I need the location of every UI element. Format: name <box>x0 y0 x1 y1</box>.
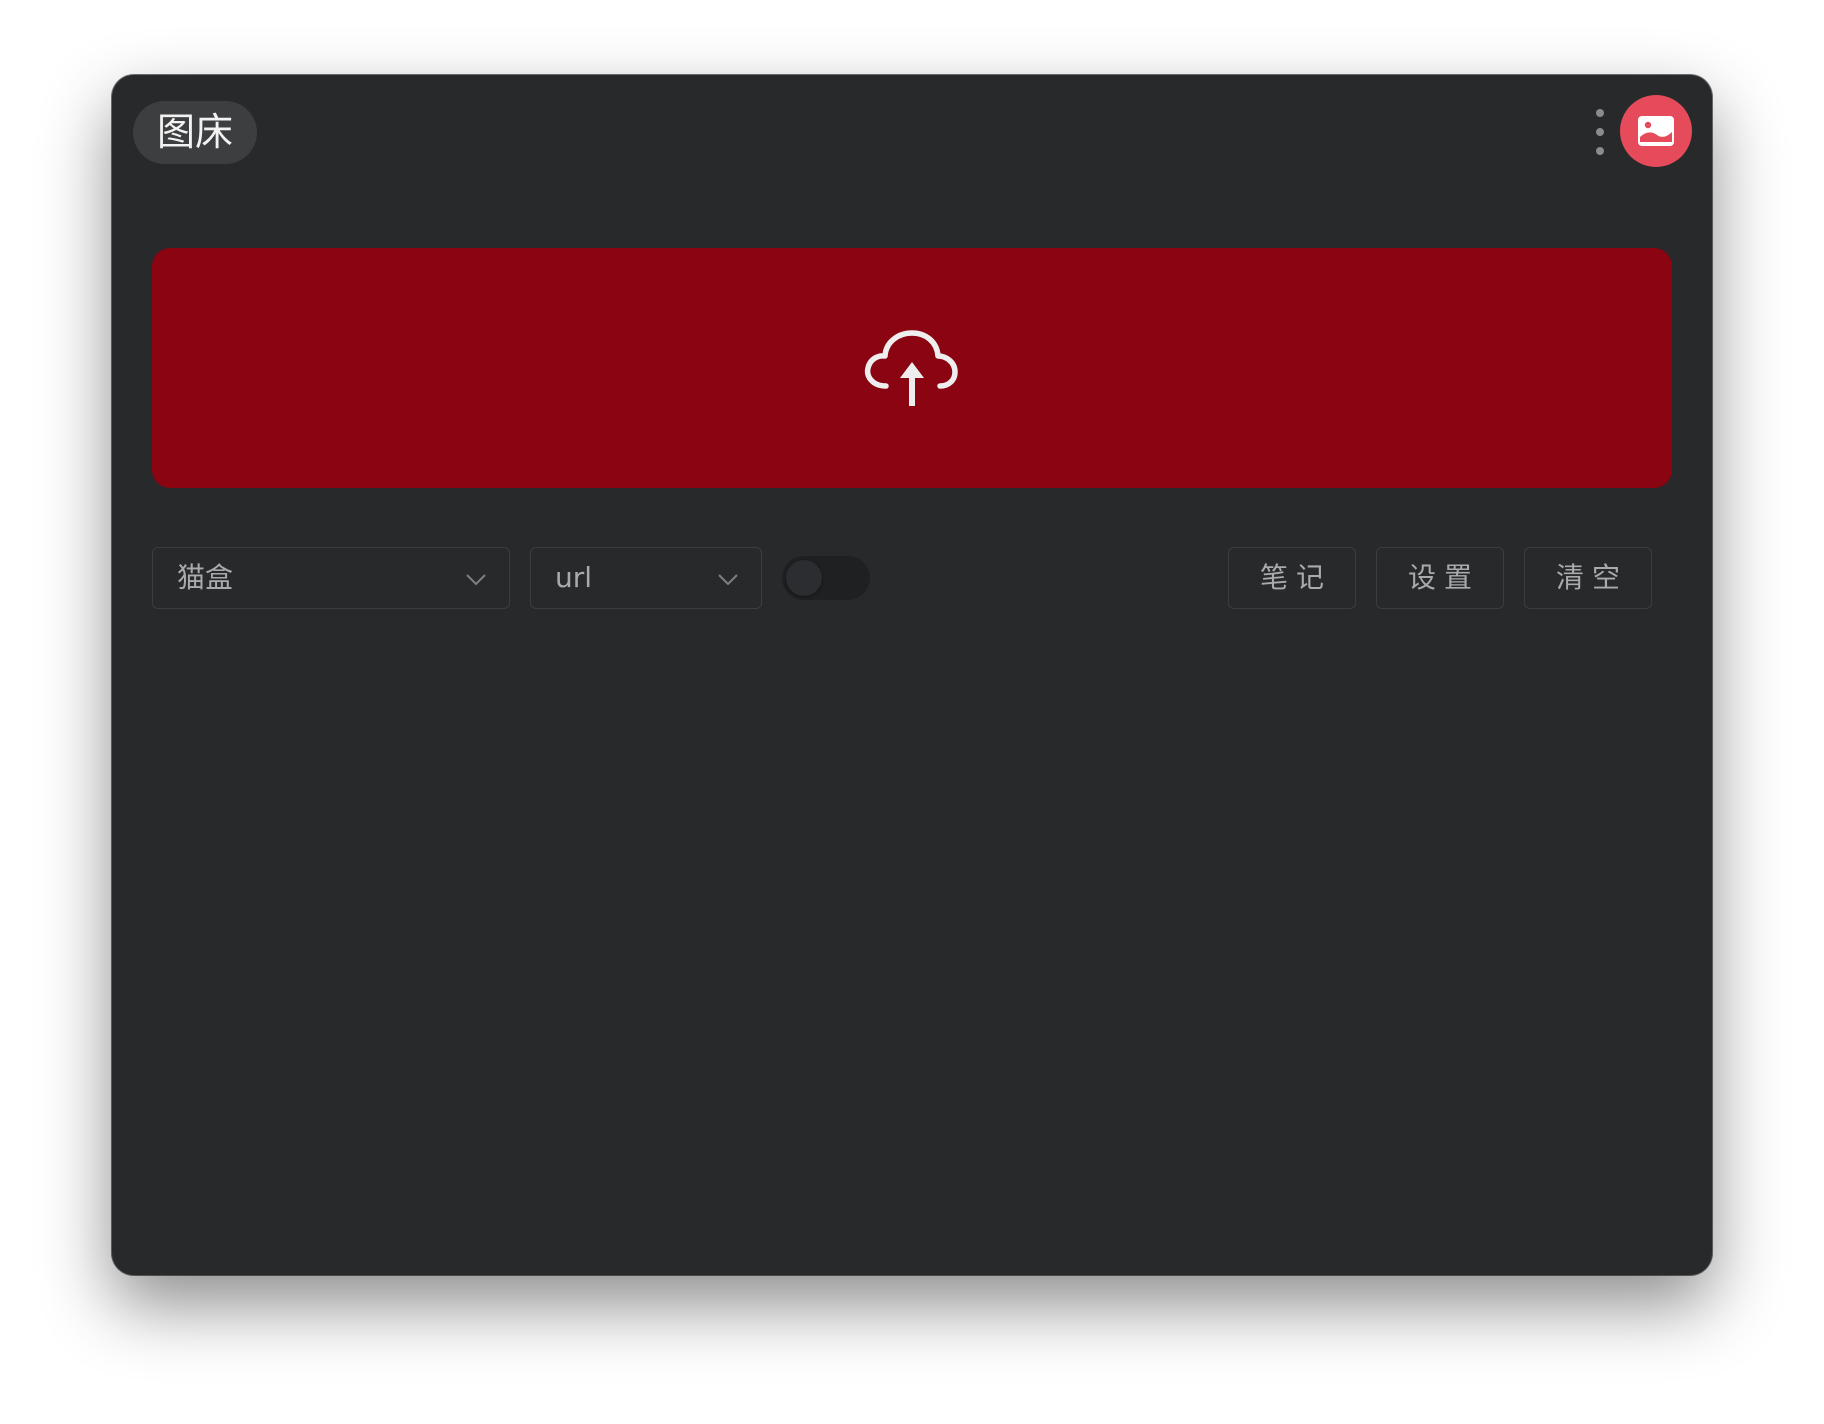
app-title: 图床 <box>133 101 258 164</box>
menu-dot <box>1596 128 1604 136</box>
format-select-value: url <box>555 561 593 594</box>
host-select[interactable]: 猫盒 <box>152 547 510 609</box>
chevron-down-icon <box>718 574 738 586</box>
vertical-dots-icon[interactable] <box>1590 109 1610 155</box>
notes-button[interactable]: 笔记 <box>1228 547 1356 609</box>
settings-button[interactable]: 设置 <box>1376 547 1504 609</box>
upload-drop-zone[interactable] <box>152 248 1672 488</box>
chevron-down-icon <box>466 574 486 586</box>
app-window: 图床 猫盒 url 笔记 设置 清空 <box>112 75 1712 1275</box>
toggle-switch[interactable] <box>782 556 870 600</box>
app-avatar-button[interactable] <box>1620 95 1692 167</box>
toggle-knob <box>786 560 822 596</box>
toolbar: 猫盒 url 笔记 设置 清空 <box>152 547 1652 611</box>
menu-dot <box>1596 147 1604 155</box>
format-select[interactable]: url <box>530 547 762 609</box>
menu-dot <box>1596 109 1604 117</box>
clear-button[interactable]: 清空 <box>1524 547 1652 609</box>
cloud-upload-icon <box>864 330 958 406</box>
host-select-value: 猫盒 <box>177 561 234 594</box>
image-icon <box>1638 116 1674 146</box>
